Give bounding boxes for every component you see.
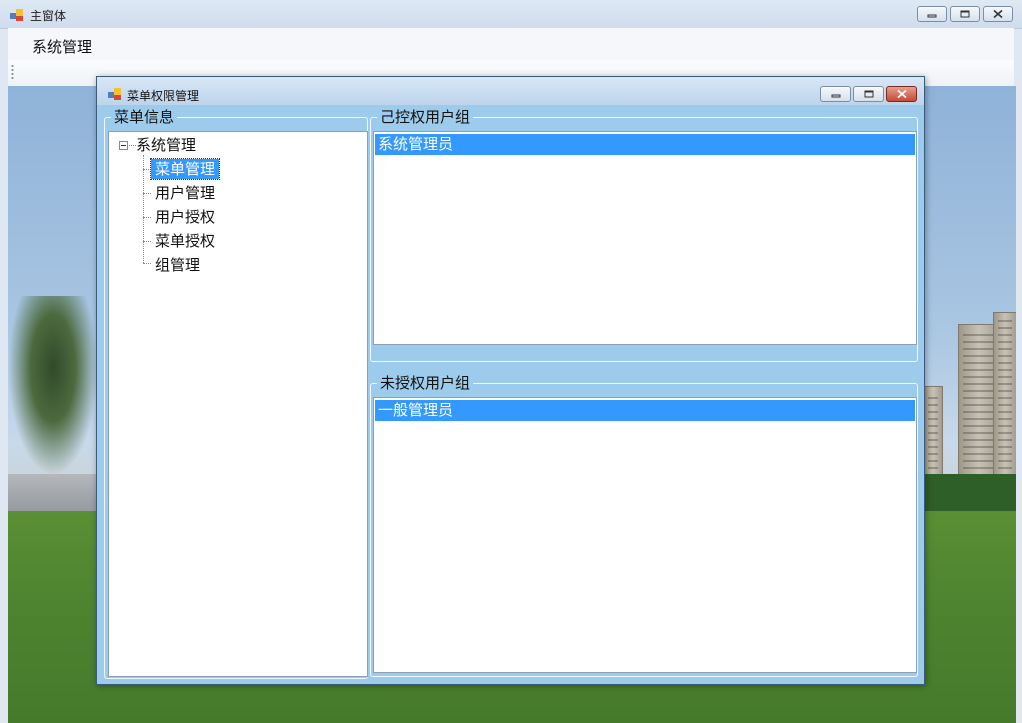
menu-item-system-management[interactable]: 系统管理 bbox=[30, 35, 94, 58]
main-title-bar[interactable]: 主窗体 bbox=[0, 0, 1022, 29]
toolstrip-grip-handle[interactable] bbox=[11, 64, 14, 81]
main-menu-bar: 系统管理 bbox=[8, 28, 1014, 60]
menu-info-group-title: 菜单信息 bbox=[111, 108, 178, 126]
tree-node-user-management[interactable]: 用户管理 bbox=[155, 183, 215, 203]
authorized-group: 己控权用户组 系统管理员 bbox=[370, 108, 918, 362]
minimize-icon bbox=[831, 94, 840, 98]
main-window-title: 主窗体 bbox=[30, 9, 67, 23]
tree-node-menu-management[interactable]: 菜单管理 bbox=[149, 158, 221, 180]
child-close-button[interactable] bbox=[886, 86, 917, 102]
list-item-authorized[interactable]: 系统管理员 bbox=[375, 134, 915, 155]
menu-info-group: 菜单信息 系统管理 菜单管理 用户管理 用户授权 菜单授权 组管理 bbox=[104, 108, 368, 679]
tree-connector bbox=[143, 193, 151, 194]
tree-connector bbox=[143, 155, 144, 263]
app-window-icon bbox=[10, 9, 23, 21]
child-maximize-button[interactable] bbox=[853, 86, 884, 102]
main-close-button[interactable] bbox=[983, 6, 1013, 22]
maximize-icon bbox=[864, 90, 873, 98]
close-icon bbox=[993, 9, 1003, 19]
menu-permission-window: 菜单权限管理 菜单信息 系统管理 菜单管理 用户管理 用户授权 菜单授权 组管理… bbox=[96, 76, 925, 685]
tree-connector bbox=[143, 263, 151, 264]
authorized-user-list[interactable]: 系统管理员 bbox=[373, 131, 917, 345]
unauthorized-group: 未授权用户组 一般管理员 bbox=[370, 374, 918, 677]
tree-node-user-authorization[interactable]: 用户授权 bbox=[155, 207, 215, 227]
close-icon bbox=[896, 89, 907, 99]
tree-connector bbox=[143, 169, 151, 170]
list-item-unauthorized[interactable]: 一般管理员 bbox=[375, 400, 915, 421]
child-title-bar[interactable]: 菜单权限管理 bbox=[97, 77, 924, 105]
authorized-group-title: 己控权用户组 bbox=[377, 108, 474, 126]
background-trees bbox=[8, 296, 98, 476]
tree-node-root[interactable]: 系统管理 bbox=[136, 135, 196, 155]
menu-tree-view[interactable]: 系统管理 菜单管理 用户管理 用户授权 菜单授权 组管理 bbox=[108, 131, 368, 677]
app-window-icon bbox=[108, 88, 121, 100]
background-building bbox=[923, 386, 943, 476]
tree-node-group-management[interactable]: 组管理 bbox=[155, 255, 200, 275]
tree-node-menu-authorization[interactable]: 菜单授权 bbox=[155, 231, 215, 251]
main-maximize-button[interactable] bbox=[950, 6, 980, 22]
tree-collapse-icon[interactable] bbox=[119, 141, 128, 150]
tree-connector bbox=[129, 145, 136, 146]
maximize-icon bbox=[960, 10, 970, 18]
tree-connector bbox=[143, 241, 151, 242]
unauthorized-group-title: 未授权用户组 bbox=[377, 374, 474, 392]
minimize-icon bbox=[927, 14, 937, 18]
background-building bbox=[993, 312, 1016, 476]
child-window-title: 菜单权限管理 bbox=[127, 89, 200, 103]
tree-connector bbox=[143, 217, 151, 218]
unauthorized-user-list[interactable]: 一般管理员 bbox=[373, 397, 917, 673]
main-minimize-button[interactable] bbox=[917, 6, 947, 22]
child-minimize-button[interactable] bbox=[820, 86, 851, 102]
